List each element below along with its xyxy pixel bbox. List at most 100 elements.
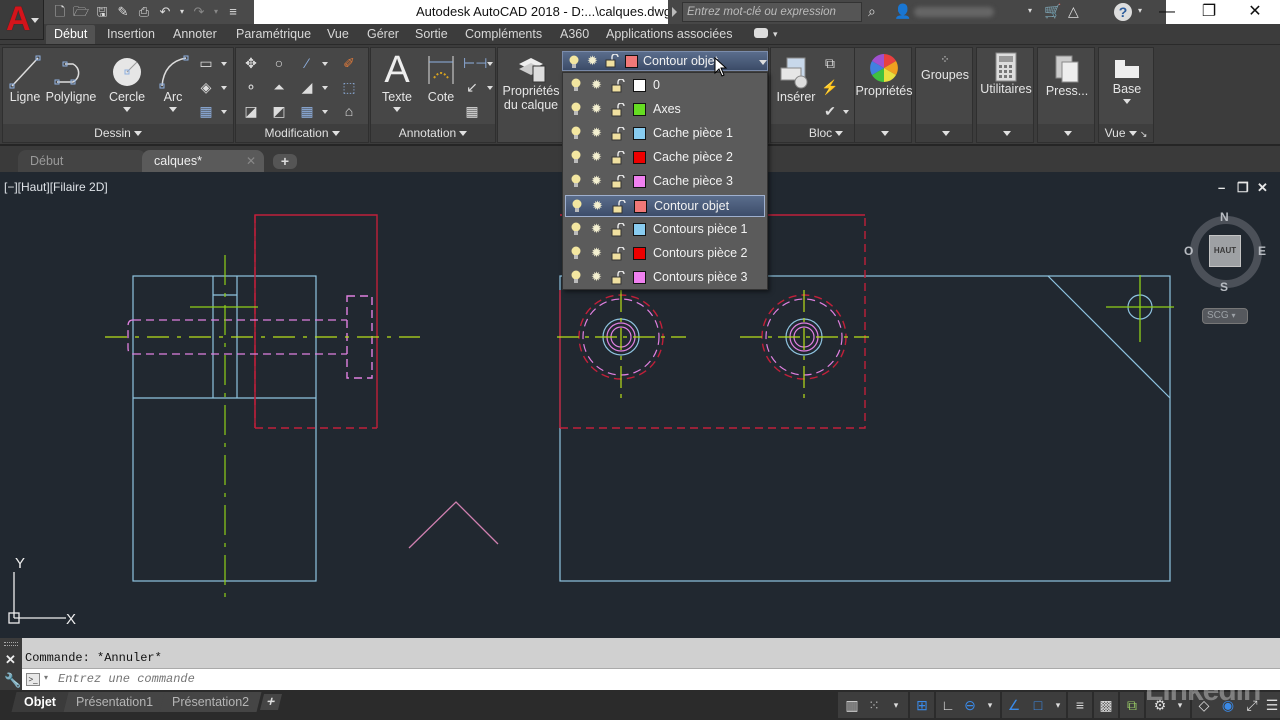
- cart-icon[interactable]: 🛒: [1044, 3, 1061, 20]
- lineweight-icon[interactable]: ≡: [1070, 695, 1090, 715]
- layout-tab-presentation1[interactable]: Présentation1: [63, 692, 166, 712]
- layout-tab-presentation2[interactable]: Présentation2: [159, 692, 262, 712]
- grip-icon[interactable]: [4, 642, 18, 646]
- command-prompt-icon[interactable]: >_: [26, 673, 40, 686]
- layer-color-swatch[interactable]: [633, 79, 646, 92]
- close-button[interactable]: ✕: [1232, 0, 1278, 24]
- save-icon[interactable]: 🖫: [94, 4, 110, 20]
- new-icon[interactable]: 🗋: [52, 4, 68, 20]
- layer-color-swatch[interactable]: [633, 127, 646, 140]
- trim-icon[interactable]: ⁄: [298, 54, 316, 72]
- wrench-icon[interactable]: 🔧: [4, 672, 21, 689]
- tab-complements[interactable]: Compléments: [465, 25, 542, 44]
- chevron-down-icon[interactable]: [393, 107, 401, 112]
- scale-icon[interactable]: ◩: [270, 102, 288, 120]
- chevron-down-icon[interactable]: [487, 62, 493, 66]
- close-icon[interactable]: ✕: [246, 150, 256, 172]
- chevron-down-icon[interactable]: ▾: [44, 673, 48, 682]
- move-icon[interactable]: ✥: [242, 54, 260, 72]
- dynamic-input-icon[interactable]: ⊞: [912, 695, 932, 715]
- presse-papiers-button[interactable]: Press...: [1038, 52, 1096, 98]
- panel-proprietes-expand[interactable]: [855, 124, 911, 142]
- create-block-icon[interactable]: ⧉: [821, 54, 839, 72]
- panel-vue-title[interactable]: Vue ↘: [1099, 124, 1153, 142]
- tab-insertion[interactable]: Insertion: [107, 25, 155, 44]
- save-as-icon[interactable]: ✎: [115, 4, 131, 20]
- unlock-icon[interactable]: [611, 247, 625, 261]
- customize-qat-icon[interactable]: ≡: [225, 4, 241, 20]
- panel-modification-title[interactable]: Modification: [236, 124, 368, 142]
- compass-south[interactable]: S: [1220, 280, 1228, 294]
- transparency-icon[interactable]: ▩: [1096, 695, 1116, 715]
- panel-annotation-title[interactable]: Annotation: [371, 124, 495, 142]
- boundary-icon[interactable]: ▦: [197, 102, 215, 120]
- sun-icon[interactable]: ✹: [591, 245, 602, 261]
- ortho-icon[interactable]: ∟: [938, 695, 958, 715]
- sun-icon[interactable]: ✹: [591, 173, 602, 189]
- erase-icon[interactable]: ✐: [340, 54, 358, 72]
- bulb-icon[interactable]: [571, 150, 581, 164]
- chevron-down-icon[interactable]: [1123, 99, 1131, 104]
- file-tab-debut[interactable]: Début: [18, 150, 146, 172]
- layer-color-swatch[interactable]: [634, 200, 647, 213]
- unlock-icon[interactable]: [611, 223, 625, 237]
- stretch-icon[interactable]: ◪: [242, 102, 260, 120]
- layer-item[interactable]: ✹ Cache pièce 1: [565, 123, 765, 145]
- compass-east[interactable]: E: [1258, 244, 1266, 258]
- chevron-down-icon[interactable]: [221, 62, 227, 66]
- layer-properties-button[interactable]: Propriétés du calque: [500, 54, 562, 112]
- chevron-down-icon[interactable]: ▾: [1048, 695, 1068, 715]
- explode-icon[interactable]: ⬚: [340, 78, 358, 96]
- sun-icon[interactable]: ✹: [591, 77, 602, 93]
- object-snap-icon[interactable]: □: [1028, 695, 1048, 715]
- base-button[interactable]: Base: [1099, 56, 1155, 104]
- user-name-blurred[interactable]: [914, 7, 994, 17]
- rectangle-icon[interactable]: ▭: [197, 54, 215, 72]
- bulb-icon[interactable]: [571, 270, 581, 284]
- redo-icon[interactable]: ↷: [191, 4, 207, 20]
- print-icon[interactable]: ⎙: [136, 4, 152, 20]
- tab-parametrique[interactable]: Paramétrique: [236, 25, 311, 44]
- layer-dropdown[interactable]: ✹ Contour objet: [562, 51, 768, 71]
- redo-dropdown-icon[interactable]: ▾: [212, 4, 220, 20]
- panel-utilitaires-expand[interactable]: [977, 124, 1033, 142]
- chevron-down-icon[interactable]: ▾: [1028, 6, 1032, 15]
- viewcube-top-face[interactable]: HAUT: [1209, 235, 1241, 267]
- unlock-icon[interactable]: [611, 127, 625, 141]
- chevron-down-icon[interactable]: ▾: [1138, 6, 1142, 15]
- chevron-down-icon[interactable]: [487, 86, 493, 90]
- layer-color-swatch[interactable]: [633, 175, 646, 188]
- unlock-icon[interactable]: [611, 79, 625, 93]
- binoculars-icon[interactable]: ⌕: [868, 3, 876, 20]
- inserer-button[interactable]: Insérer: [773, 54, 819, 104]
- chevron-down-icon[interactable]: ▾: [773, 25, 778, 44]
- snap-icon[interactable]: ⁙: [864, 695, 884, 715]
- minimize-button[interactable]: —: [1144, 0, 1190, 24]
- bulb-icon[interactable]: [571, 102, 581, 116]
- autodesk-icon[interactable]: △: [1068, 3, 1079, 20]
- unlock-icon[interactable]: [611, 271, 625, 285]
- dialog-launcher-icon[interactable]: ↘: [1140, 129, 1148, 139]
- unlock-icon[interactable]: [612, 200, 626, 214]
- tab-applications-associees[interactable]: Applications associées: [606, 25, 732, 44]
- layer-item[interactable]: ✹ 0: [565, 75, 765, 97]
- offset-icon[interactable]: ⌂: [340, 102, 358, 120]
- chevron-down-icon[interactable]: [322, 110, 328, 114]
- layer-color-swatch[interactable]: [633, 103, 646, 116]
- hatch-icon[interactable]: ◈: [197, 78, 215, 96]
- panel-dessin-title[interactable]: Dessin: [3, 124, 233, 142]
- selection-cycling-icon[interactable]: ⧉: [1122, 695, 1142, 715]
- compass-north[interactable]: N: [1220, 210, 1229, 224]
- chevron-down-icon[interactable]: [169, 107, 177, 112]
- chevron-down-icon[interactable]: ▾: [886, 695, 906, 715]
- panel-utilitaires[interactable]: Utilitaires: [976, 47, 1034, 143]
- sun-icon[interactable]: ✹: [591, 221, 602, 237]
- search-input[interactable]: Entrez mot-clé ou expression: [682, 2, 862, 22]
- sun-icon[interactable]: ✹: [591, 269, 602, 285]
- bulb-icon[interactable]: [571, 246, 581, 260]
- chevron-down-icon[interactable]: [221, 86, 227, 90]
- open-icon[interactable]: 🗁: [73, 4, 89, 20]
- proprietes-button[interactable]: Propriétés: [855, 52, 913, 98]
- table-icon[interactable]: ▦: [463, 102, 481, 120]
- polyligne-button[interactable]: Polyligne: [43, 54, 99, 104]
